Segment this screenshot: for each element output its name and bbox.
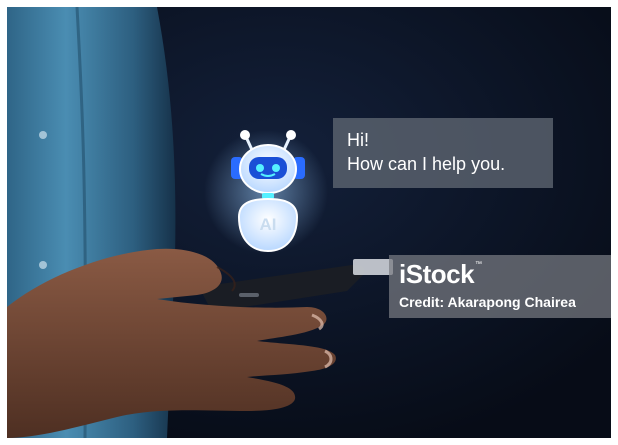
phone-edge-highlight <box>353 259 393 275</box>
photo-credit: Credit: Akarapong Chairea <box>399 294 576 310</box>
robot-ai-badge: AI <box>260 215 277 234</box>
phone-button <box>239 293 259 297</box>
shirt-button <box>39 261 47 269</box>
istock-logo: iStock <box>399 259 475 289</box>
photo-scene: AI <box>7 7 611 438</box>
greeting-line: Hi! <box>347 130 369 150</box>
istock-watermark: iStock™ Credit: Akarapong Chairea <box>389 255 611 318</box>
chatbot-robot-icon: AI <box>204 130 328 254</box>
chat-speech-bubble: Hi! How can I help you. <box>333 118 553 188</box>
help-line: How can I help you. <box>347 154 506 174</box>
shirt-button <box>39 131 47 139</box>
photo-frame: AI Hi! How can I help you. iStock™ Credi… <box>7 7 611 438</box>
trademark-symbol: ™ <box>475 261 483 268</box>
